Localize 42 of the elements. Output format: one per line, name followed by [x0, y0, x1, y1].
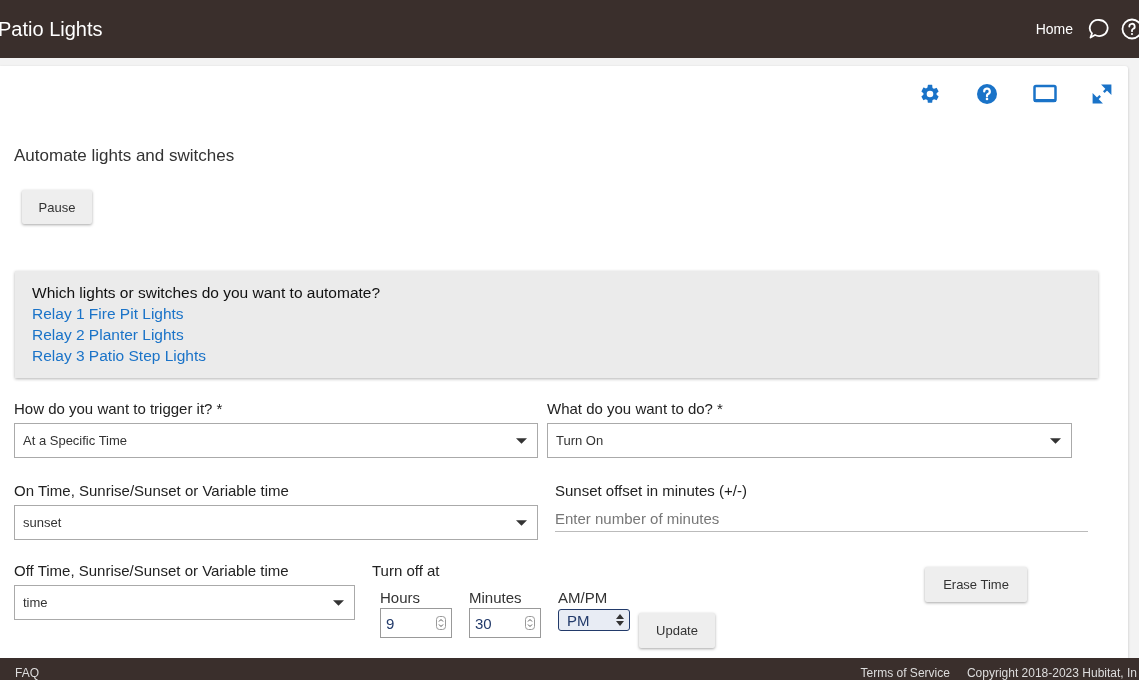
copyright-text: Copyright 2018-2023 Hubitat, In	[966, 666, 1137, 680]
monitor-icon[interactable]	[1033, 84, 1057, 104]
field-label: How do you want to trigger it? *	[14, 400, 224, 418]
update-button[interactable]: Update	[639, 613, 715, 648]
caret-icon[interactable]	[333, 599, 344, 606]
spinner-icon[interactable]	[436, 616, 446, 630]
off-time-select[interactable]: time	[14, 585, 355, 620]
pause-button[interactable]: Pause	[22, 190, 92, 224]
caret-icon[interactable]	[516, 437, 527, 444]
page-title: Patio Lights	[0, 17, 103, 41]
faq-link[interactable]: FAQ	[15, 666, 39, 680]
device-link[interactable]: Relay 1 Fire Pit Lights	[32, 303, 1081, 324]
footer-link[interactable]: Terms of Service	[860, 666, 950, 680]
field-label: Off Time, Sunrise/Sunset or Variable time	[14, 562, 290, 580]
chat-icon[interactable]	[1088, 18, 1110, 40]
spinner-icon[interactable]	[525, 616, 535, 630]
on-time-select[interactable]: sunset	[14, 505, 538, 540]
trigger-select[interactable]: At a Specific Time	[14, 423, 538, 458]
field-label: On Time, Sunrise/Sunset or Variable time	[14, 482, 290, 500]
offset-input[interactable]: Enter number of minutes	[555, 505, 1088, 532]
field-label: Sunset offset in minutes (+/-)	[555, 482, 748, 500]
caret-icon[interactable]	[516, 519, 527, 526]
field-label: AM/PM	[558, 589, 609, 606]
hours-input[interactable]: 9	[380, 608, 452, 638]
field-label: Turn off at	[372, 562, 441, 580]
minutes-input[interactable]: 30	[469, 608, 541, 638]
app-heading: Automate lights and switches	[14, 146, 236, 166]
erase-time-button[interactable]: Erase Time	[925, 567, 1027, 602]
field-label: Hours	[380, 589, 421, 606]
fullscreen-icon[interactable]	[1091, 83, 1113, 105]
settings-icon[interactable]	[919, 83, 941, 105]
field-label: What do you want to do? *	[547, 400, 724, 418]
device-question: Which lights or switches do you want to automate?	[32, 283, 382, 303]
ampm-select[interactable]: PM	[558, 609, 630, 631]
device-link[interactable]: Relay 2 Planter Lights	[32, 324, 1081, 345]
caret-icon[interactable]	[1050, 437, 1061, 444]
device-link[interactable]: Relay 3 Patio Step Lights	[32, 345, 1081, 366]
up-down-arrows-icon[interactable]	[616, 614, 624, 626]
action-select[interactable]: Turn On	[547, 423, 1072, 458]
field-label: Minutes	[469, 589, 523, 606]
nav-link[interactable]: Home	[1035, 21, 1073, 37]
help-icon[interactable]	[1121, 18, 1139, 40]
